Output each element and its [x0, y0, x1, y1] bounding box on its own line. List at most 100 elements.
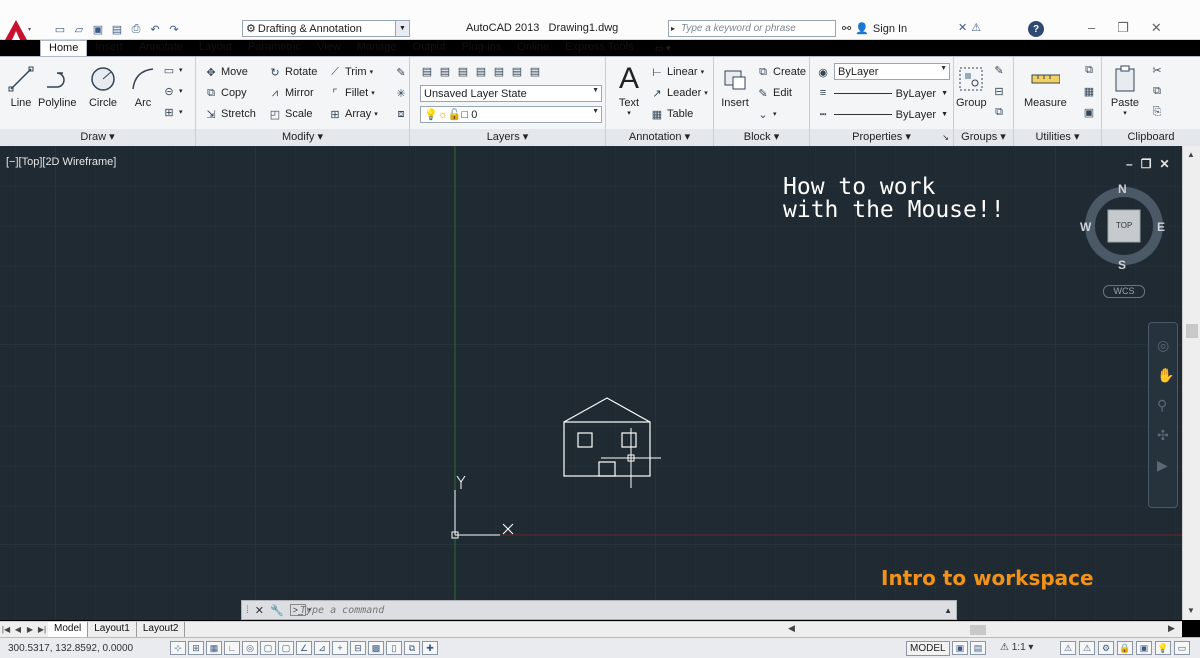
- ortho-icon[interactable]: ∟: [224, 641, 240, 655]
- measure-button[interactable]: Measure: [1024, 61, 1067, 109]
- annotation-monitor-icon[interactable]: ✚: [422, 641, 438, 655]
- steering-wheel-icon[interactable]: ◎: [1157, 337, 1169, 354]
- scroll-right-icon[interactable]: ▶: [1168, 623, 1175, 634]
- fillet-button[interactable]: ⌜ Fillet ▾: [328, 86, 374, 100]
- hscroll-thumb[interactable]: [970, 625, 986, 635]
- first-tab-icon[interactable]: |◀: [0, 625, 12, 634]
- erase-button[interactable]: ✎: [394, 65, 408, 79]
- layer-freeze-icon[interactable]: ▤: [510, 64, 524, 78]
- layer-select[interactable]: 💡 ☼ 🔓 □ 0 ▼: [420, 106, 602, 123]
- match-properties-icon[interactable]: ⎘: [1150, 105, 1164, 119]
- scroll-down-icon[interactable]: ▼: [1187, 606, 1195, 615]
- panel-draw-title[interactable]: Draw ▾: [0, 129, 195, 146]
- group-button[interactable]: Group: [956, 61, 987, 109]
- linear-button[interactable]: ⊢ Linear ▾: [650, 65, 704, 79]
- color-wheel-icon[interactable]: ◉: [816, 65, 830, 79]
- explode-button[interactable]: ✳: [394, 86, 408, 100]
- move-button[interactable]: ✥ Move: [204, 65, 248, 79]
- circle-button[interactable]: Circle: [88, 61, 118, 109]
- polar-icon[interactable]: ◎: [242, 641, 258, 655]
- viewcube-east[interactable]: E: [1157, 220, 1165, 234]
- layer-off-icon[interactable]: ▤: [528, 64, 542, 78]
- close-icon[interactable]: ✕: [1151, 20, 1162, 36]
- ungroup-icon[interactable]: ✎: [992, 63, 1006, 77]
- workspace-switch-icon[interactable]: ⚙: [1098, 641, 1114, 655]
- line-button[interactable]: Line: [6, 61, 36, 109]
- tab-express-tools[interactable]: Express Tools: [557, 40, 641, 56]
- color-select[interactable]: ByLayer ▼: [834, 63, 950, 80]
- restore-icon[interactable]: ❐: [1117, 20, 1129, 36]
- next-tab-icon[interactable]: ▶: [24, 625, 36, 634]
- last-tab-icon[interactable]: ▶|: [36, 625, 48, 634]
- command-input[interactable]: [300, 603, 940, 617]
- layer-isolate-icon[interactable]: ▤: [474, 64, 488, 78]
- tab-layout[interactable]: Layout: [191, 40, 240, 56]
- viewcube-north[interactable]: N: [1118, 182, 1127, 196]
- viewcube-south[interactable]: S: [1118, 258, 1126, 272]
- pan-icon[interactable]: ✋: [1157, 367, 1174, 384]
- layer-state-select[interactable]: Unsaved Layer State ▼: [420, 85, 602, 102]
- layer-properties-icon[interactable]: ▤: [420, 64, 434, 78]
- tab-manage[interactable]: Manage: [349, 40, 405, 56]
- lineweight-icon[interactable]: ≡: [816, 86, 830, 100]
- copy-button[interactable]: ⧉ Copy: [204, 86, 247, 100]
- trim-button[interactable]: ⟋ Trim ▾: [328, 65, 373, 79]
- network-icon[interactable]: ⚠: [971, 21, 981, 34]
- group-select-icon[interactable]: ⧉: [992, 105, 1006, 119]
- search-input[interactable]: ▸ Type a keyword or phrase: [668, 20, 836, 37]
- tab-view[interactable]: View: [309, 40, 349, 56]
- tab-insert[interactable]: Insert: [87, 40, 131, 56]
- auto-scale-icon[interactable]: ⚠: [1079, 641, 1095, 655]
- grid-icon[interactable]: ▦: [206, 641, 222, 655]
- hardware-acceleration-icon[interactable]: ▣: [1136, 641, 1152, 655]
- boundary-button[interactable]: ⊞ ▾: [162, 105, 182, 119]
- tab-home[interactable]: Home: [40, 40, 88, 56]
- autocad-logo-icon[interactable]: [2, 18, 32, 52]
- offset-button[interactable]: ⧈: [394, 107, 408, 121]
- rectangle-button[interactable]: ▭ ▾: [162, 63, 183, 77]
- tab-parametric[interactable]: Parametric: [240, 40, 309, 56]
- osnap-icon[interactable]: ▢: [260, 641, 276, 655]
- quick-select-icon[interactable]: ⧉: [1082, 63, 1096, 77]
- scroll-up-icon[interactable]: ▲: [1187, 150, 1195, 159]
- tab-plugins[interactable]: Plug-ins: [454, 40, 510, 56]
- grip-icon[interactable]: ⁞: [246, 605, 249, 616]
- arc-button[interactable]: Arc: [128, 61, 158, 109]
- lineweight-toggle-icon[interactable]: ⊟: [350, 641, 366, 655]
- close-icon[interactable]: ✕: [1159, 157, 1169, 171]
- linetype-select[interactable]: ByLayer ▼: [834, 106, 950, 123]
- history-up-icon[interactable]: ▲: [944, 606, 952, 615]
- restore-icon[interactable]: ❐: [1141, 157, 1152, 171]
- linetype-icon[interactable]: ┅: [816, 107, 830, 121]
- open-icon[interactable]: ▱: [71, 22, 87, 36]
- dialog-launcher-icon[interactable]: ↘: [942, 129, 949, 146]
- selection-cycling-icon[interactable]: ⧉: [404, 641, 420, 655]
- annotation-scale[interactable]: ⚠ 1:1 ▾: [1000, 642, 1033, 653]
- panel-modify-title[interactable]: Modify ▾: [196, 129, 409, 146]
- panel-properties-title[interactable]: Properties ▾ ↘: [810, 129, 953, 146]
- wrench-icon[interactable]: 🔧: [270, 604, 284, 617]
- viewport-controls-label[interactable]: [−][Top][2D Wireframe]: [6, 156, 116, 168]
- scroll-thumb[interactable]: [1186, 324, 1198, 338]
- transparency-icon[interactable]: ▩: [368, 641, 384, 655]
- leader-button[interactable]: ↗ Leader ▾: [650, 86, 707, 100]
- panel-utilities-title[interactable]: Utilities ▾: [1014, 129, 1101, 146]
- insert-block-button[interactable]: Insert: [720, 61, 750, 109]
- lock-ui-icon[interactable]: 🔒: [1117, 641, 1133, 655]
- minimize-icon[interactable]: –: [1088, 20, 1095, 36]
- hatch-button[interactable]: ⊝ ▾: [162, 84, 182, 98]
- plot-icon[interactable]: ⎙: [128, 22, 144, 36]
- 3d-osnap-icon[interactable]: ▢: [278, 641, 294, 655]
- table-button[interactable]: ▦ Table: [650, 107, 694, 121]
- minimize-icon[interactable]: –: [1126, 157, 1133, 171]
- copy-clip-icon[interactable]: ⧉: [1150, 84, 1164, 98]
- isolate-objects-icon[interactable]: 💡: [1155, 641, 1171, 655]
- tab-online[interactable]: Online: [509, 40, 557, 56]
- edit-block-button[interactable]: ✎ Edit: [756, 86, 792, 100]
- panel-block-title[interactable]: Block ▾: [714, 129, 809, 146]
- close-icon[interactable]: ✕: [255, 604, 264, 617]
- panel-layers-title[interactable]: Layers ▾: [410, 129, 605, 146]
- ribbon-minimize-icon[interactable]: ▭ ▾: [655, 43, 671, 54]
- tab-model[interactable]: Model: [48, 622, 89, 637]
- mirror-button[interactable]: ⩘ Mirror: [268, 86, 314, 100]
